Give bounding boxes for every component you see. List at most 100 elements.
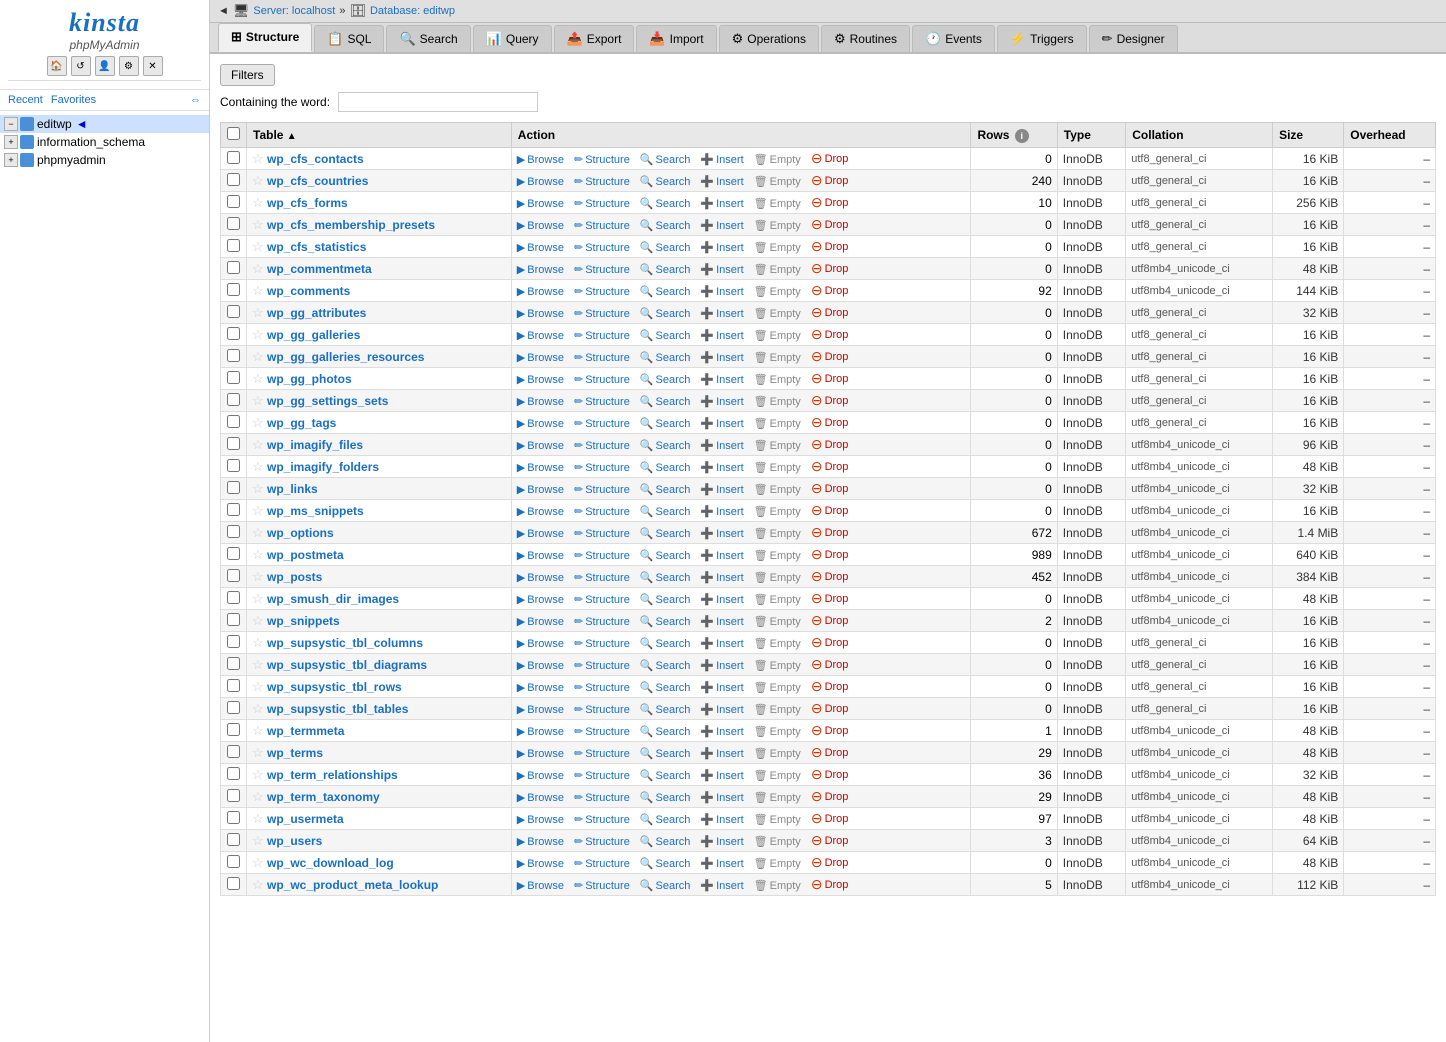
structure-link-27[interactable]: ✏ Structure: [574, 747, 630, 760]
row-select-5[interactable]: [227, 261, 240, 274]
tab-export[interactable]: 📤Export: [554, 25, 635, 52]
search-link-28[interactable]: 🔍 Search: [640, 769, 691, 782]
empty-link-10[interactable]: 🗑 Empty: [754, 373, 801, 386]
search-link-1[interactable]: 🔍 Search: [640, 175, 691, 188]
structure-link-31[interactable]: ✏ Structure: [574, 835, 630, 848]
insert-link-30[interactable]: ➕ Insert: [700, 813, 743, 826]
filters-button[interactable]: Filters: [220, 64, 275, 86]
star-icon-14[interactable]: ☆: [252, 459, 264, 474]
structure-link-3[interactable]: ✏ Structure: [574, 219, 630, 232]
table-name-link-7[interactable]: wp_gg_attributes: [267, 306, 366, 320]
row-select-16[interactable]: [227, 503, 240, 516]
browse-link-9[interactable]: ▶ Browse: [517, 351, 564, 364]
rows-info-icon[interactable]: i: [1015, 129, 1029, 143]
insert-link-11[interactable]: ➕ Insert: [700, 395, 743, 408]
table-name-link-14[interactable]: wp_imagify_folders: [267, 460, 379, 474]
empty-link-33[interactable]: 🗑 Empty: [754, 879, 801, 892]
row-select-13[interactable]: [227, 437, 240, 450]
header-table[interactable]: Table ▲: [247, 123, 512, 148]
drop-link-22[interactable]: ⊖ Drop: [811, 634, 849, 651]
search-link-26[interactable]: 🔍 Search: [640, 725, 691, 738]
row-select-3[interactable]: [227, 217, 240, 230]
row-select-20[interactable]: [227, 591, 240, 604]
tab-structure[interactable]: ⊞Structure: [218, 23, 312, 52]
row-select-10[interactable]: [227, 371, 240, 384]
insert-link-10[interactable]: ➕ Insert: [700, 373, 743, 386]
empty-link-29[interactable]: 🗑 Empty: [754, 791, 801, 804]
star-icon-11[interactable]: ☆: [252, 393, 264, 408]
star-icon-29[interactable]: ☆: [252, 789, 264, 804]
structure-link-16[interactable]: ✏ Structure: [574, 505, 630, 518]
empty-link-21[interactable]: 🗑 Empty: [754, 615, 801, 628]
table-name-link-32[interactable]: wp_wc_download_log: [267, 856, 394, 870]
structure-link-13[interactable]: ✏ Structure: [574, 439, 630, 452]
browse-link-33[interactable]: ▶ Browse: [517, 879, 564, 892]
table-name-link-16[interactable]: wp_ms_snippets: [267, 504, 364, 518]
structure-link-14[interactable]: ✏ Structure: [574, 461, 630, 474]
star-icon-17[interactable]: ☆: [252, 525, 264, 540]
structure-link-15[interactable]: ✏ Structure: [574, 483, 630, 496]
drop-link-2[interactable]: ⊖ Drop: [811, 194, 849, 211]
search-link-33[interactable]: 🔍 Search: [640, 879, 691, 892]
table-name-link-19[interactable]: wp_posts: [267, 570, 322, 584]
settings-icon[interactable]: ⚙: [119, 56, 139, 76]
insert-link-22[interactable]: ➕ Insert: [700, 637, 743, 650]
search-link-21[interactable]: 🔍 Search: [640, 615, 691, 628]
empty-link-18[interactable]: 🗑 Empty: [754, 549, 801, 562]
empty-link-11[interactable]: 🗑 Empty: [754, 395, 801, 408]
structure-link-4[interactable]: ✏ Structure: [574, 241, 630, 254]
empty-link-2[interactable]: 🗑 Empty: [754, 197, 801, 210]
search-link-7[interactable]: 🔍 Search: [640, 307, 691, 320]
star-icon-2[interactable]: ☆: [252, 195, 264, 210]
browse-link-1[interactable]: ▶ Browse: [517, 175, 564, 188]
tab-designer[interactable]: ✏Designer: [1089, 25, 1178, 52]
empty-link-9[interactable]: 🗑 Empty: [754, 351, 801, 364]
table-name-link-10[interactable]: wp_gg_photos: [267, 372, 352, 386]
browse-link-12[interactable]: ▶ Browse: [517, 417, 564, 430]
recent-link[interactable]: Recent: [8, 94, 43, 106]
row-select-23[interactable]: [227, 657, 240, 670]
empty-link-1[interactable]: 🗑 Empty: [754, 175, 801, 188]
table-name-link-8[interactable]: wp_gg_galleries: [267, 328, 360, 342]
star-icon-28[interactable]: ☆: [252, 767, 264, 782]
drop-link-21[interactable]: ⊖ Drop: [811, 612, 849, 629]
insert-link-21[interactable]: ➕ Insert: [700, 615, 743, 628]
structure-link-29[interactable]: ✏ Structure: [574, 791, 630, 804]
star-icon-24[interactable]: ☆: [252, 679, 264, 694]
structure-link-7[interactable]: ✏ Structure: [574, 307, 630, 320]
star-icon-0[interactable]: ☆: [252, 151, 264, 166]
row-select-29[interactable]: [227, 789, 240, 802]
search-link-31[interactable]: 🔍 Search: [640, 835, 691, 848]
search-link-29[interactable]: 🔍 Search: [640, 791, 691, 804]
search-link-24[interactable]: 🔍 Search: [640, 681, 691, 694]
empty-link-8[interactable]: 🗑 Empty: [754, 329, 801, 342]
star-icon-33[interactable]: ☆: [252, 877, 264, 892]
star-icon-3[interactable]: ☆: [252, 217, 264, 232]
empty-link-31[interactable]: 🗑 Empty: [754, 835, 801, 848]
table-name-link-2[interactable]: wp_cfs_forms: [267, 196, 348, 210]
row-select-11[interactable]: [227, 393, 240, 406]
star-icon-5[interactable]: ☆: [252, 261, 264, 276]
browse-link-7[interactable]: ▶ Browse: [517, 307, 564, 320]
browse-link-13[interactable]: ▶ Browse: [517, 439, 564, 452]
drop-link-1[interactable]: ⊖ Drop: [811, 172, 849, 189]
tab-triggers[interactable]: ⚡Triggers: [997, 25, 1087, 52]
table-name-link-25[interactable]: wp_supsystic_tbl_tables: [267, 702, 408, 716]
browse-link-5[interactable]: ▶ Browse: [517, 263, 564, 276]
search-link-9[interactable]: 🔍 Search: [640, 351, 691, 364]
browse-link-28[interactable]: ▶ Browse: [517, 769, 564, 782]
structure-link-12[interactable]: ✏ Structure: [574, 417, 630, 430]
browse-link-17[interactable]: ▶ Browse: [517, 527, 564, 540]
insert-link-33[interactable]: ➕ Insert: [700, 879, 743, 892]
empty-link-24[interactable]: 🗑 Empty: [754, 681, 801, 694]
search-link-5[interactable]: 🔍 Search: [640, 263, 691, 276]
drop-link-32[interactable]: ⊖ Drop: [811, 854, 849, 871]
drop-link-30[interactable]: ⊖ Drop: [811, 810, 849, 827]
browse-link-22[interactable]: ▶ Browse: [517, 637, 564, 650]
search-link-19[interactable]: 🔍 Search: [640, 571, 691, 584]
tab-operations[interactable]: ⚙Operations: [719, 25, 819, 52]
insert-link-0[interactable]: ➕ Insert: [700, 153, 743, 166]
table-name-link-17[interactable]: wp_options: [267, 526, 334, 540]
browse-link-26[interactable]: ▶ Browse: [517, 725, 564, 738]
browse-link-4[interactable]: ▶ Browse: [517, 241, 564, 254]
